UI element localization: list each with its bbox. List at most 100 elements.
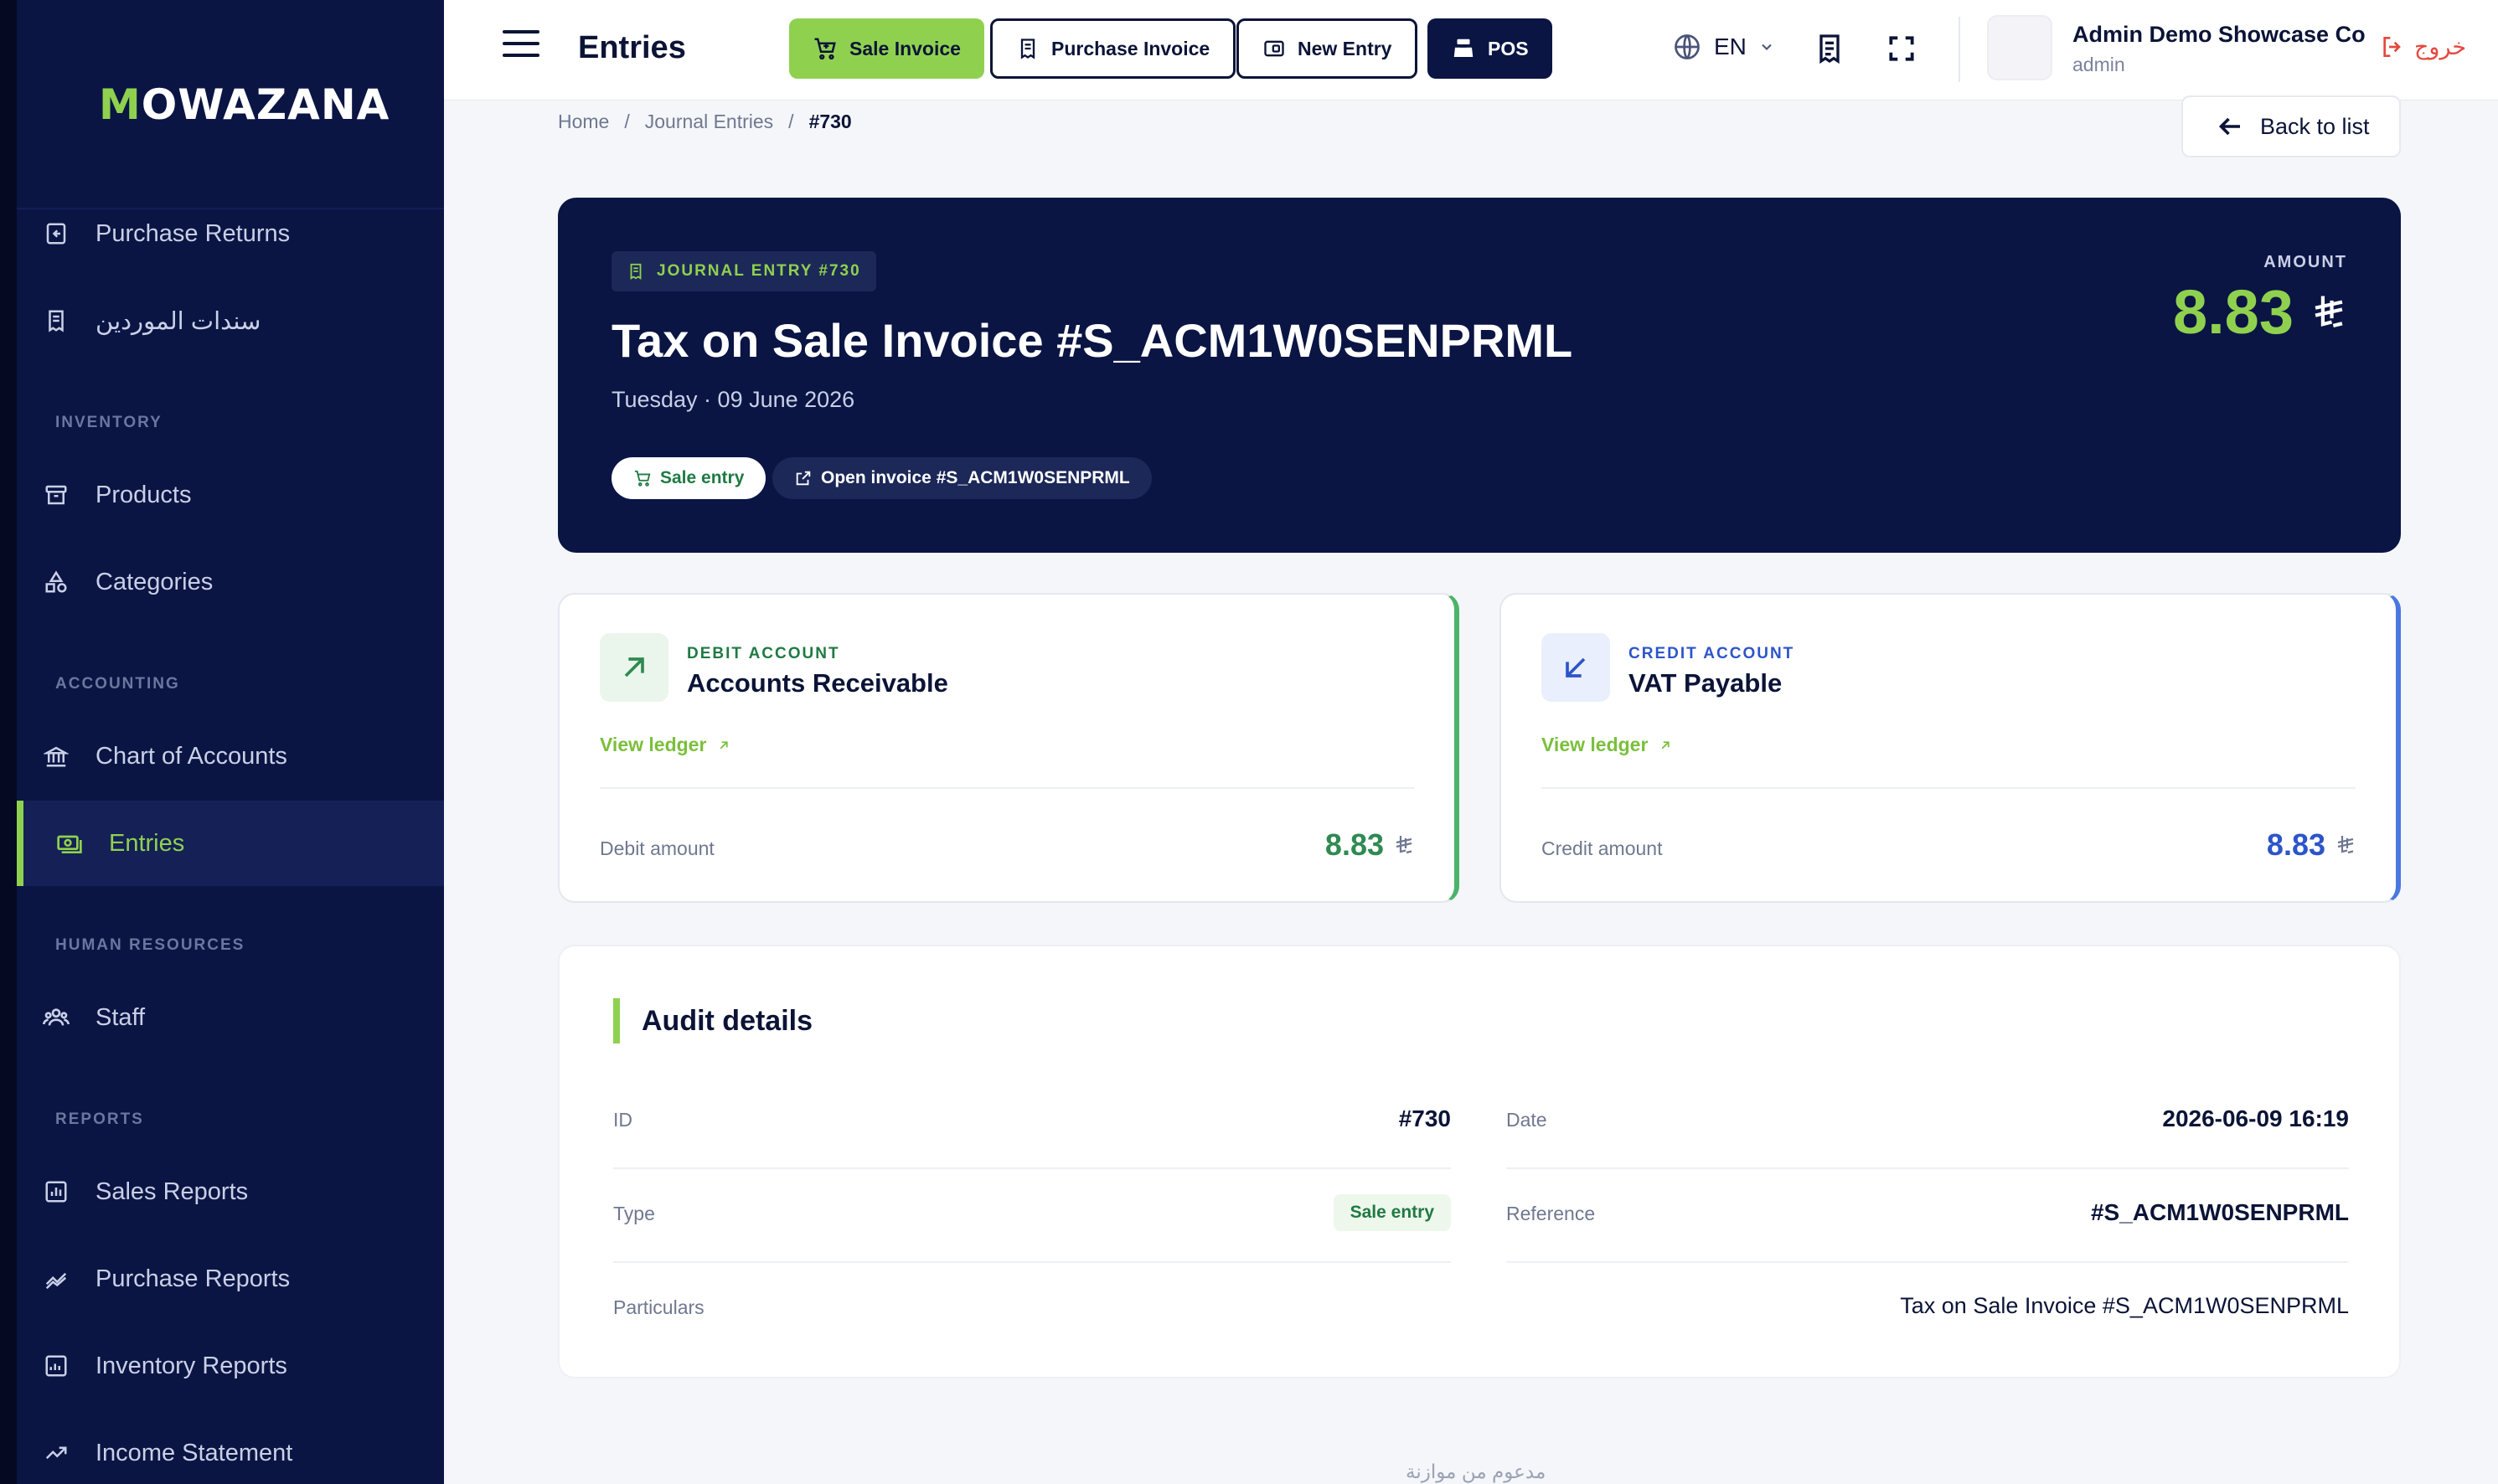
audit-key: Reference <box>1506 1203 1596 1224</box>
avatar[interactable] <box>1987 15 2052 80</box>
sidebar-item-entries[interactable]: Entries <box>17 801 444 886</box>
return-box-icon <box>42 219 70 248</box>
sidebar-item-purchase-returns[interactable]: Purchase Returns <box>17 191 444 276</box>
amount-number: 8.83 <box>2172 277 2294 347</box>
trend-icon <box>42 1265 70 1293</box>
logo-mark: M <box>99 80 142 129</box>
amount-label: AMOUNT <box>2263 253 2347 271</box>
sidebar-item-sales-reports[interactable]: Sales Reports <box>17 1149 444 1234</box>
entry-title: Tax on Sale Invoice #S_ACM1W0SENPRML <box>612 314 1573 367</box>
card-divider <box>1541 787 2356 789</box>
amount-value: 8.83 <box>2173 276 2347 348</box>
audit-value: 2026-06-09 16:19 <box>2162 1105 2349 1131</box>
audit-details-card: Audit details ID #730 Date 2026-06-09 16… <box>558 945 2401 1378</box>
fullscreen-icon[interactable] <box>1881 28 1922 69</box>
entry-hero-card: JOURNAL ENTRY #730 Tax on Sale Invoice #… <box>558 198 2401 553</box>
breadcrumb-home[interactable]: Home <box>558 111 609 133</box>
purchase-invoice-button[interactable]: Purchase Invoice <box>990 18 1236 79</box>
debit-account-label: DEBIT ACCOUNT <box>687 645 840 662</box>
sidebar-item-purchase-reports[interactable]: Purchase Reports <box>17 1236 444 1322</box>
topbar-divider <box>1959 17 1960 82</box>
pos-label: POS <box>1488 37 1529 59</box>
arrow-up-right-icon <box>716 738 731 753</box>
riyal-icon <box>2335 834 2356 856</box>
audit-row-reference: Reference #S_ACM1W0SENPRML <box>1506 1169 2349 1263</box>
document-icon[interactable] <box>1809 28 1850 69</box>
sidebar-item-label: Sales Reports <box>95 1177 249 1205</box>
sidebar-item-label: Categories <box>95 568 214 595</box>
user-role: admin <box>2072 54 2125 75</box>
sidebar-item-label: Purchase Reports <box>95 1265 291 1292</box>
sale-invoice-button[interactable]: Sale Invoice <box>789 18 984 79</box>
journal-entry-tag-label: JOURNAL ENTRY #730 <box>657 262 861 280</box>
sidebar-item-label: Staff <box>95 1003 146 1031</box>
debit-amount-value: 8.83 <box>1324 827 1384 862</box>
new-entry-button[interactable]: New Entry <box>1236 18 1418 79</box>
sidebar-item-staff[interactable]: Staff <box>17 975 444 1060</box>
sidebar-item-categories[interactable]: Categories <box>17 539 444 625</box>
shapes-icon <box>42 568 70 596</box>
credit-account-name: VAT Payable <box>1628 668 1783 698</box>
logout-label: خروج <box>2414 33 2467 59</box>
debit-view-ledger-link[interactable]: View ledger <box>600 734 731 756</box>
cart-icon <box>813 36 838 61</box>
debit-account-name: Accounts Receivable <box>687 668 948 698</box>
chart-box-icon <box>42 1352 70 1380</box>
credit-account-label: CREDIT ACCOUNT <box>1628 645 1795 662</box>
arrow-up-right-icon <box>1658 738 1673 753</box>
menu-icon[interactable] <box>503 30 539 60</box>
app-logo[interactable]: MOWAZANA <box>99 80 390 129</box>
arrow-left-icon <box>2215 111 2245 142</box>
sidebar-item-chart-of-accounts[interactable]: Chart of Accounts <box>17 714 444 799</box>
breadcrumb: Home / Journal Entries / #730 <box>558 111 852 133</box>
audit-key: Date <box>1506 1109 1547 1131</box>
sidebar-item-label: Inventory Reports <box>95 1352 287 1379</box>
breadcrumb-separator: / <box>788 111 794 132</box>
cash-register-icon <box>1451 36 1476 61</box>
page-title: Entries <box>578 30 686 65</box>
language-label: EN <box>1714 33 1747 59</box>
sidebar-item-products[interactable]: Products <box>17 452 444 538</box>
audit-key: Particulars <box>613 1296 704 1318</box>
footer-powered-by: مدعوم من موازنة <box>1406 1461 1546 1482</box>
pos-button[interactable]: POS <box>1427 18 1552 79</box>
globe-icon <box>1672 32 1702 62</box>
wallet-icon <box>1262 37 1286 60</box>
bank-icon <box>42 742 70 770</box>
language-selector[interactable]: EN <box>1672 32 1775 62</box>
view-ledger-label: View ledger <box>1541 734 1649 755</box>
arrow-up-right-icon <box>600 633 668 702</box>
status-badge: Sale entry <box>1333 1194 1451 1231</box>
credit-amount: 8.83 <box>2267 827 2356 863</box>
sidebar-item-income-statement[interactable]: Income Statement <box>17 1410 444 1484</box>
open-invoice-label: Open invoice #S_ACM1W0SENPRML <box>821 468 1130 487</box>
audit-details-title: Audit details <box>613 998 813 1043</box>
back-to-list-label: Back to list <box>2260 113 2370 139</box>
open-invoice-link[interactable]: Open invoice #S_ACM1W0SENPRML <box>772 457 1152 499</box>
card-divider <box>600 787 1414 789</box>
breadcrumb-journal-entries[interactable]: Journal Entries <box>645 111 773 133</box>
logout-button[interactable]: خروج <box>2379 33 2466 60</box>
entry-date: Tuesday · 09 June 2026 <box>612 387 855 412</box>
journal-entry-tag: JOURNAL ENTRY #730 <box>612 251 876 291</box>
external-link-icon <box>794 469 813 487</box>
archive-icon <box>42 481 70 509</box>
arrow-down-left-icon <box>1541 633 1610 702</box>
chevron-down-icon <box>1758 39 1775 55</box>
credit-view-ledger-link[interactable]: View ledger <box>1541 734 1673 756</box>
audit-value: Tax on Sale Invoice #S_ACM1W0SENPRML <box>1900 1293 2349 1318</box>
cash-icon <box>55 829 84 858</box>
back-to-list-button[interactable]: Back to list <box>2181 95 2401 157</box>
view-ledger-label: View ledger <box>600 734 707 755</box>
receipt-icon <box>627 262 645 281</box>
receipt-icon <box>42 307 70 335</box>
sidebar-section-accounting: ACCOUNTING <box>55 675 180 693</box>
debit-amount-label: Debit amount <box>600 837 715 859</box>
sale-entry-chip: Sale entry <box>612 457 766 499</box>
trending-up-icon <box>42 1439 70 1467</box>
sidebar-item-label: Chart of Accounts <box>95 742 287 770</box>
sidebar-item-supplier-vouchers[interactable]: سندات الموردين <box>17 278 444 363</box>
sidebar-item-inventory-reports[interactable]: Inventory Reports <box>17 1323 444 1409</box>
logout-icon <box>2379 33 2406 60</box>
debit-account-card: DEBIT ACCOUNT Accounts Receivable View l… <box>558 593 1459 903</box>
